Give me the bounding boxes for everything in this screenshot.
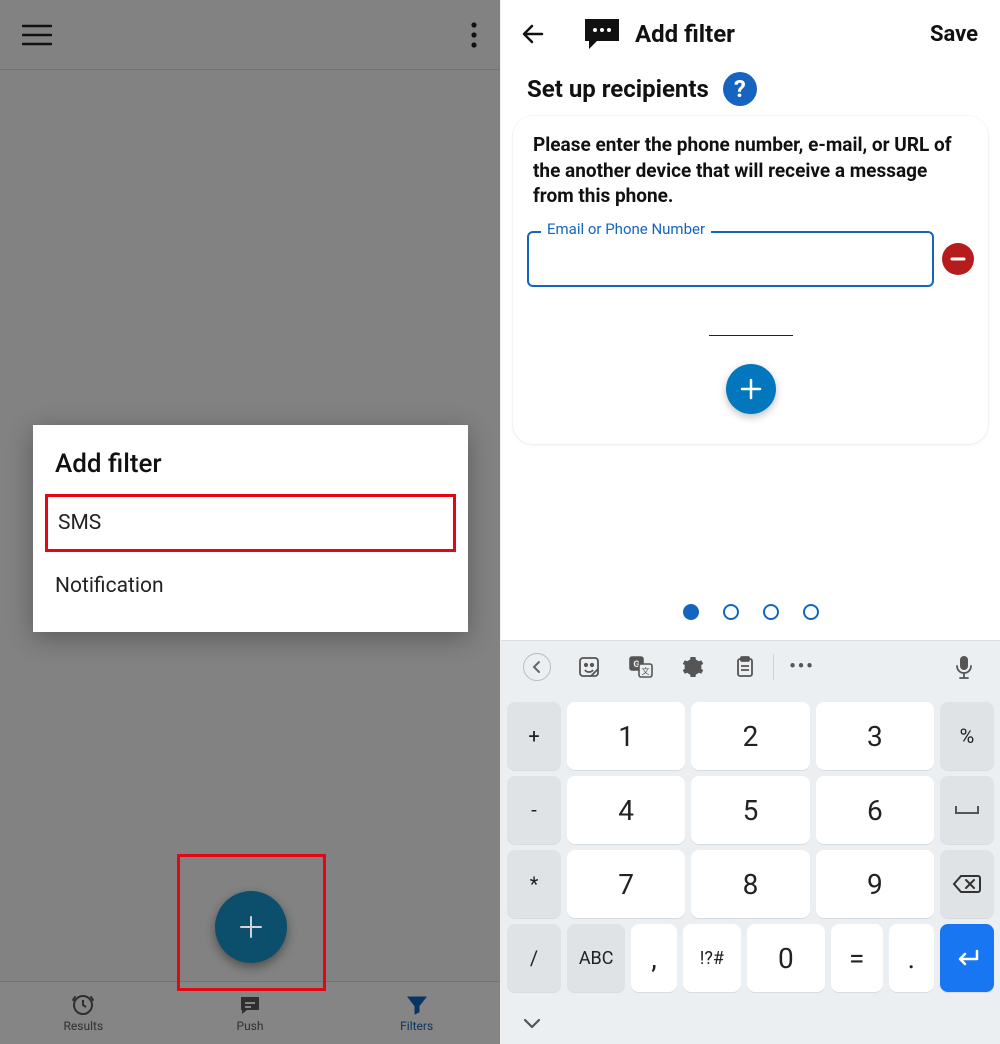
kb-sticker-icon[interactable] xyxy=(563,647,615,687)
section-title: Set up recipients xyxy=(527,75,709,103)
kb-translate-icon[interactable]: G文 xyxy=(615,647,667,687)
back-button[interactable] xyxy=(519,19,549,49)
key-symbols[interactable]: !?# xyxy=(683,924,741,992)
key-0[interactable]: 0 xyxy=(747,924,825,992)
recipient-input[interactable] xyxy=(527,231,934,287)
kb-more-icon[interactable]: ••• xyxy=(776,647,828,687)
kb-settings-icon[interactable] xyxy=(667,647,719,687)
dialog-option-notification-label: Notification xyxy=(55,574,164,598)
help-icon[interactable]: ? xyxy=(723,72,757,106)
key-abc[interactable]: ABC xyxy=(567,924,625,992)
key-9[interactable]: 9 xyxy=(816,850,934,918)
recipient-field-label: Email or Phone Number xyxy=(541,220,711,238)
key-6[interactable]: 6 xyxy=(816,776,934,844)
left-screen: Results Push Filters Add filter SMS xyxy=(0,0,500,1044)
key-7[interactable]: 7 xyxy=(567,850,685,918)
key-percent[interactable]: % xyxy=(940,702,994,770)
kb-mic-icon[interactable] xyxy=(938,647,990,687)
recipient-field: Email or Phone Number xyxy=(527,231,934,287)
section-header: Set up recipients ? xyxy=(501,68,1000,116)
dialog-option-sms[interactable]: SMS xyxy=(45,494,456,552)
key-backspace[interactable] xyxy=(940,850,994,918)
keyboard-toolbar: G文 ••• xyxy=(501,640,1000,692)
keyboard-bottom-bar xyxy=(501,1002,1000,1044)
page-dot-3[interactable] xyxy=(763,604,779,620)
divider xyxy=(709,335,793,336)
key-8[interactable]: 8 xyxy=(691,850,809,918)
add-fab[interactable] xyxy=(215,891,287,963)
page-dot-2[interactable] xyxy=(723,604,739,620)
add-recipient-button[interactable] xyxy=(726,364,776,414)
right-topbar: Add filter Save xyxy=(501,0,1000,68)
key-3[interactable]: 3 xyxy=(816,702,934,770)
numeric-keyboard: G文 ••• + 1 2 3 xyxy=(501,640,1000,1044)
key-space[interactable] xyxy=(940,776,994,844)
kb-collapse-toolbar-icon[interactable] xyxy=(511,647,563,687)
page-indicator xyxy=(501,604,1000,620)
chat-bubble-icon xyxy=(583,17,621,51)
page-dot-1[interactable] xyxy=(683,604,699,620)
key-minus[interactable]: - xyxy=(507,776,561,844)
dialog-option-notification[interactable]: Notification xyxy=(33,558,468,614)
key-2[interactable]: 2 xyxy=(691,702,809,770)
key-dot[interactable]: . xyxy=(889,924,934,992)
key-4[interactable]: 4 xyxy=(567,776,685,844)
add-filter-dialog: Add filter SMS Notification xyxy=(33,425,468,632)
key-plus[interactable]: + xyxy=(507,702,561,770)
svg-text:文: 文 xyxy=(642,666,650,676)
kb-clipboard-icon[interactable] xyxy=(719,647,771,687)
right-screen: Add filter Save Set up recipients ? Plea… xyxy=(500,0,1000,1044)
key-comma[interactable]: , xyxy=(631,924,676,992)
dialog-title: Add filter xyxy=(33,447,468,493)
dialog-option-sms-label: SMS xyxy=(58,511,101,535)
key-enter[interactable] xyxy=(940,924,994,992)
card-instruction-text: Please enter the phone number, e-mail, o… xyxy=(527,132,974,209)
key-asterisk[interactable]: * xyxy=(507,850,561,918)
keyboard-collapse-icon[interactable] xyxy=(517,1008,547,1038)
key-equals[interactable]: = xyxy=(831,924,883,992)
remove-recipient-button[interactable] xyxy=(942,243,974,275)
recipients-card: Please enter the phone number, e-mail, o… xyxy=(513,116,988,444)
key-slash[interactable]: / xyxy=(507,924,561,992)
key-5[interactable]: 5 xyxy=(691,776,809,844)
page-dot-4[interactable] xyxy=(803,604,819,620)
save-button[interactable]: Save xyxy=(930,22,982,47)
key-1[interactable]: 1 xyxy=(567,702,685,770)
page-title: Add filter xyxy=(635,20,735,48)
